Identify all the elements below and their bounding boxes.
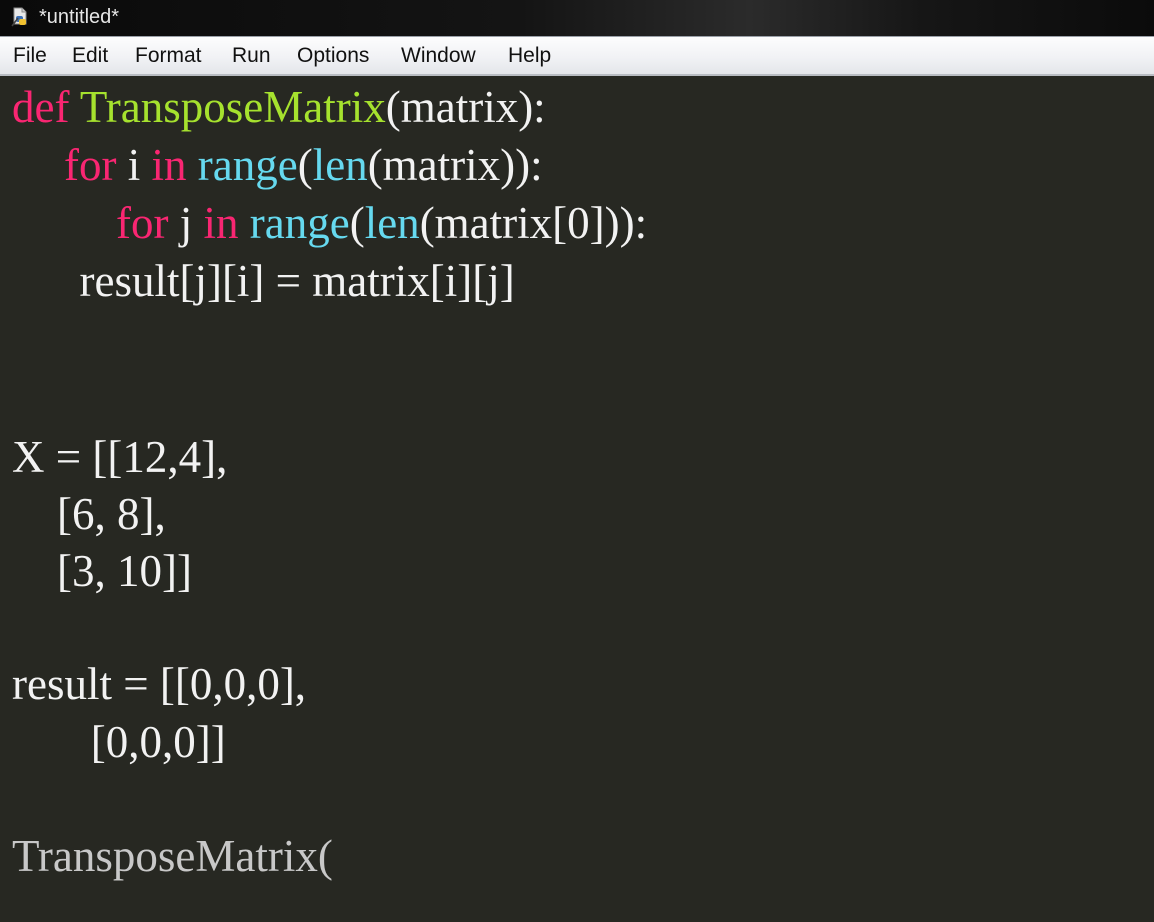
keyword: in (204, 198, 239, 248)
code-line-3: for j in range(len(matrix[0])): (116, 194, 647, 252)
python-idle-icon (11, 6, 31, 28)
idle-editor-window: *untitled* File Edit Format Run Options … (0, 0, 1154, 922)
code-text: (matrix): (386, 82, 546, 132)
builtin: range (198, 140, 298, 190)
window-title: *untitled* (39, 5, 119, 29)
menu-format[interactable]: Format (135, 44, 202, 68)
code-text: (matrix[0])): (420, 198, 647, 248)
keyword: for (116, 198, 168, 248)
menu-file[interactable]: File (13, 44, 47, 68)
keyword: in (152, 140, 187, 190)
menu-bar: File Edit Format Run Options Window Help (0, 36, 1154, 74)
code-line-6: [6, 8], (12, 485, 166, 543)
menu-run[interactable]: Run (232, 44, 271, 68)
code-line-8: result = [[0,0,0], (12, 655, 306, 713)
code-line-2: for i in range(len(matrix)): (64, 136, 543, 194)
code-line-10: TransposeMatrix( (12, 827, 333, 885)
keyword: for (64, 140, 116, 190)
builtin: len (313, 140, 368, 190)
code-text: j (168, 198, 203, 248)
builtin: range (250, 198, 350, 248)
code-line-4: result[j][i] = matrix[i][j] (12, 252, 515, 310)
code-text: (matrix)): (368, 140, 543, 190)
code-line-7: [3, 10]] (12, 542, 192, 600)
function-name: TransposeMatrix (80, 82, 386, 132)
code-line-5: X = [[12,4], (12, 428, 227, 486)
code-line-9: [0,0,0]] (12, 713, 226, 771)
builtin: len (365, 198, 420, 248)
code-editor[interactable]: def TransposeMatrix(matrix): for i in ra… (0, 76, 1154, 922)
keyword: def (12, 82, 69, 132)
menu-options[interactable]: Options (297, 44, 369, 68)
menu-window[interactable]: Window (401, 44, 476, 68)
code-text: i (116, 140, 151, 190)
menu-help[interactable]: Help (508, 44, 551, 68)
menu-edit[interactable]: Edit (72, 44, 108, 68)
code-line-1: def TransposeMatrix(matrix): (12, 78, 546, 136)
title-bar[interactable]: *untitled* (0, 0, 1154, 36)
